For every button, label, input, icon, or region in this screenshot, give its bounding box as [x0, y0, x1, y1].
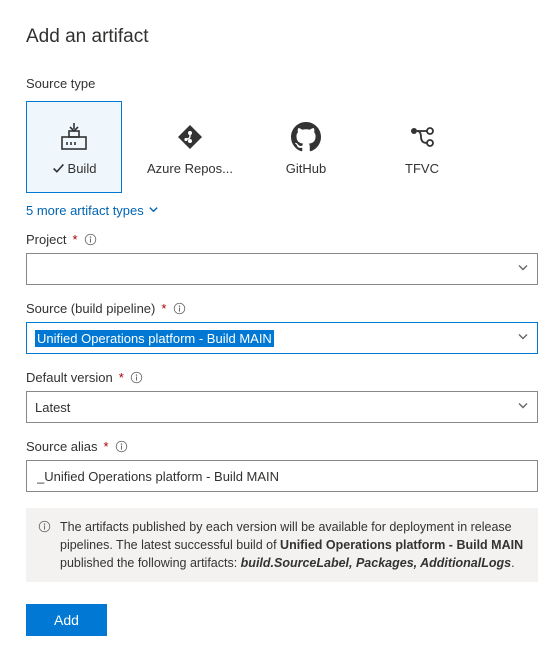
required-marker: *: [72, 232, 77, 247]
info-text: The artifacts published by each version …: [60, 518, 526, 572]
field-source-alias: Source alias *: [26, 439, 538, 492]
azure-repos-icon: [172, 119, 208, 155]
tfvc-icon: [404, 119, 440, 155]
source-card-label: Azure Repos...: [147, 161, 233, 176]
field-label-text: Source alias: [26, 439, 98, 454]
page-title: Add an artifact: [26, 26, 538, 48]
info-icon: [38, 520, 52, 572]
field-project: Project *: [26, 232, 538, 285]
info-icon[interactable]: [84, 233, 98, 247]
info-icon[interactable]: [130, 371, 144, 385]
source-card-tfvc[interactable]: TFVC: [374, 101, 470, 193]
source-pipeline-select[interactable]: Unified Operations platform - Build MAIN: [26, 322, 538, 354]
source-type-cards: Build Azure Repos... GitHub: [26, 101, 538, 193]
default-version-select[interactable]: Latest: [26, 391, 538, 423]
field-default-version: Default version * Latest: [26, 370, 538, 423]
field-source-pipeline: Source (build pipeline) * Unified Operat…: [26, 301, 538, 354]
required-marker: *: [161, 301, 166, 316]
github-icon: [288, 119, 324, 155]
source-type-label: Source type: [26, 76, 538, 91]
field-label-text: Source (build pipeline): [26, 301, 155, 316]
info-message: The artifacts published by each version …: [26, 508, 538, 582]
source-card-azure-repos[interactable]: Azure Repos...: [142, 101, 238, 193]
chevron-down-icon: [148, 203, 159, 218]
check-icon: [52, 162, 65, 175]
more-link-text: 5 more artifact types: [26, 203, 144, 218]
field-label-text: Project: [26, 232, 66, 247]
info-icon[interactable]: [115, 440, 129, 454]
required-marker: *: [104, 439, 109, 454]
source-alias-input-wrapper: [26, 460, 538, 492]
source-card-label: GitHub: [286, 161, 326, 176]
more-artifact-types-link[interactable]: 5 more artifact types: [26, 203, 159, 218]
source-alias-input[interactable]: [35, 461, 509, 491]
select-value: Latest: [35, 400, 70, 415]
build-icon: [56, 119, 92, 155]
select-value: Unified Operations platform - Build MAIN: [35, 330, 274, 347]
chevron-down-icon: [517, 400, 529, 415]
source-card-build[interactable]: Build: [26, 101, 122, 193]
source-card-label: TFVC: [405, 161, 439, 176]
project-select[interactable]: [26, 253, 538, 285]
chevron-down-icon: [517, 262, 529, 277]
source-card-label: Build: [68, 161, 97, 176]
required-marker: *: [119, 370, 124, 385]
field-label-text: Default version: [26, 370, 113, 385]
chevron-down-icon: [517, 331, 529, 346]
add-button[interactable]: Add: [26, 604, 107, 636]
source-card-github[interactable]: GitHub: [258, 101, 354, 193]
info-icon[interactable]: [172, 302, 186, 316]
